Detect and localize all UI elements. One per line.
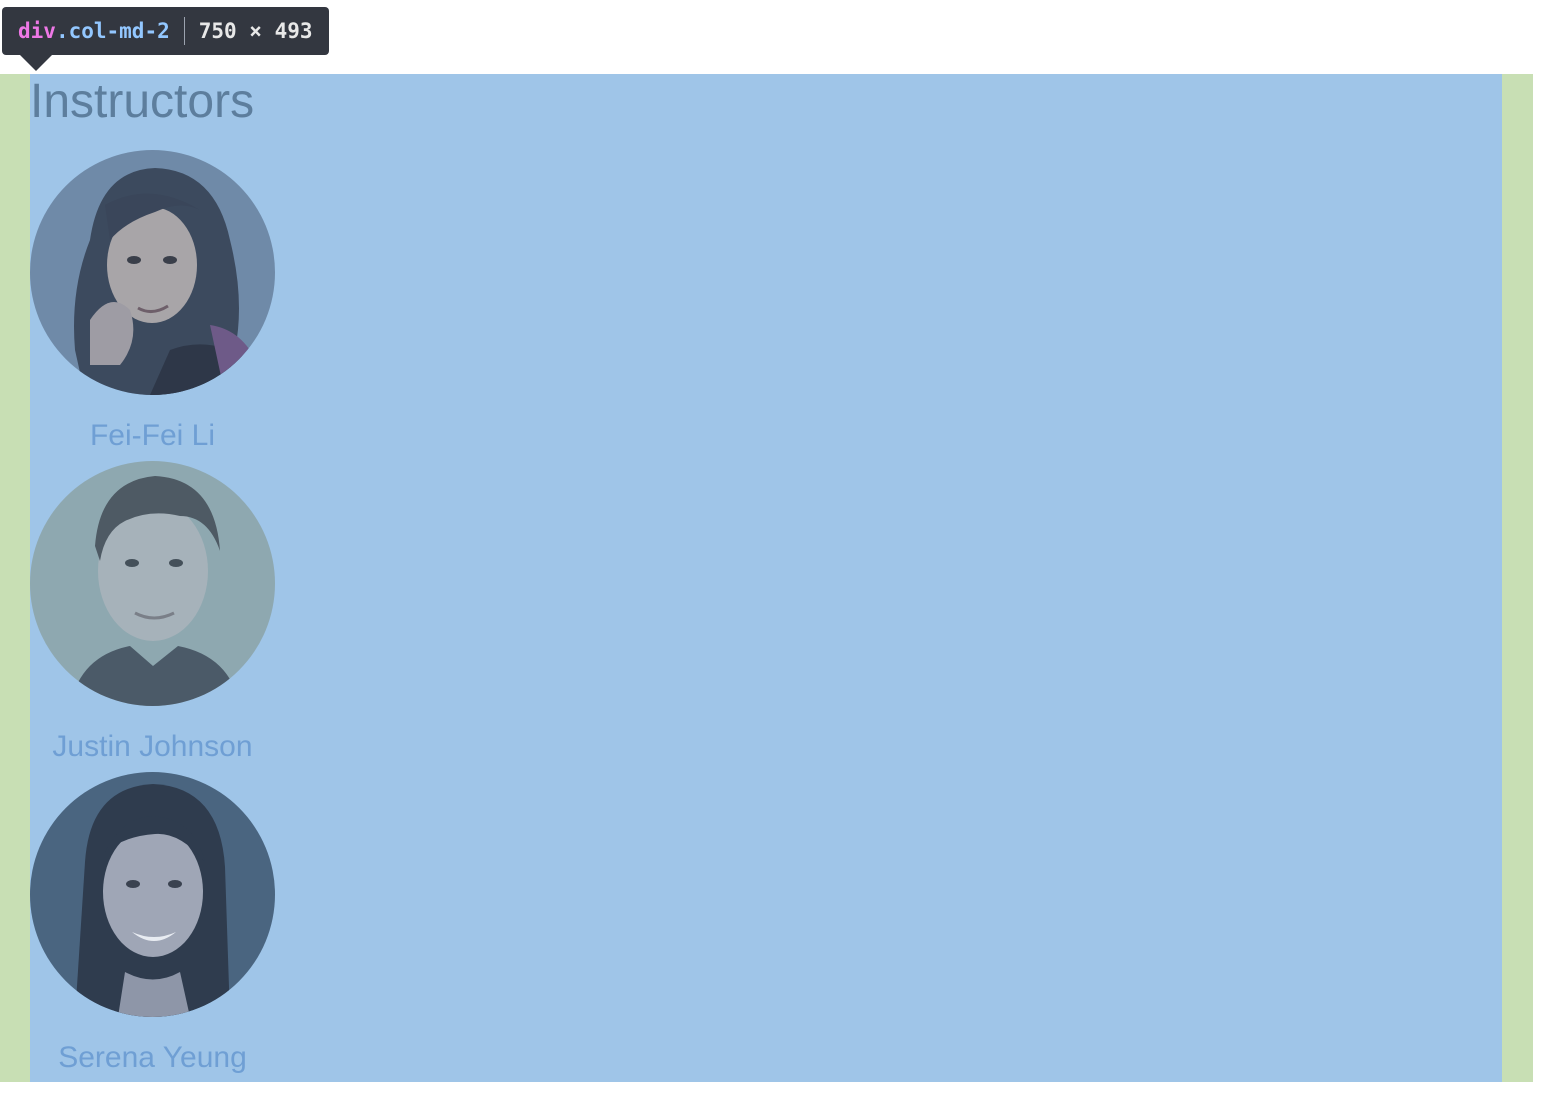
instructor-name-link[interactable]: Fei-Fei Li bbox=[30, 417, 275, 455]
portrait-woman-long-dark-hair-icon bbox=[30, 772, 275, 1017]
instructor-name-link[interactable]: Serena Yeung bbox=[30, 1039, 275, 1077]
tooltip-tag-name: div bbox=[18, 19, 56, 43]
instructor-photo[interactable] bbox=[30, 772, 275, 1017]
instructor-photo[interactable] bbox=[30, 461, 275, 706]
portrait-man-short-hair-icon bbox=[30, 461, 275, 706]
tooltip-divider bbox=[183, 17, 185, 45]
tooltip-class-name: .col-md-2 bbox=[55, 19, 170, 43]
instructor-card: Fei-Fei Li bbox=[30, 150, 275, 455]
section-title: Instructors bbox=[30, 75, 255, 128]
tooltip-dimensions: 750 × 493 bbox=[198, 19, 313, 43]
instructor-name-link[interactable]: Justin Johnson bbox=[30, 728, 275, 766]
instructor-card: Justin Johnson bbox=[30, 461, 275, 766]
instructor-photo[interactable] bbox=[30, 150, 275, 395]
instructor-card: Serena Yeung bbox=[30, 772, 275, 1077]
portrait-woman-dark-curly-hair-icon bbox=[30, 150, 275, 395]
inspector-tooltip: div .col-md-2 750 × 493 bbox=[2, 7, 329, 71]
tooltip-pointer-arrow bbox=[20, 55, 52, 71]
